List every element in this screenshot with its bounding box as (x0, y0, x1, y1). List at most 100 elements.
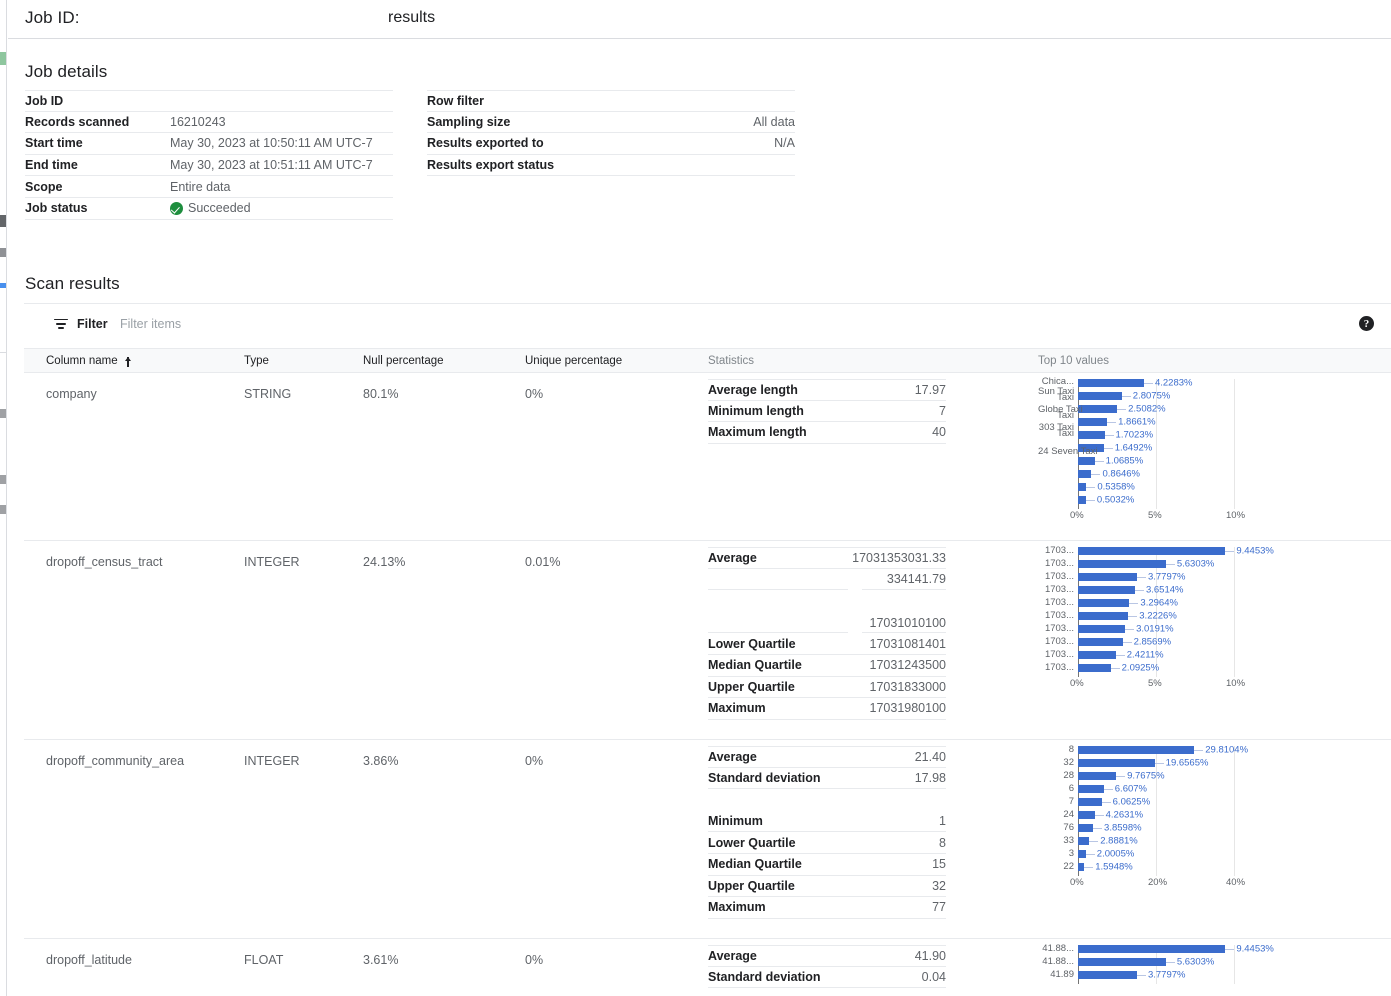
cell-column-name: dropoff_latitude (46, 953, 132, 967)
table-row[interactable]: dropoff_latitudeFLOAT3.61%0%Average41.90… (24, 939, 1391, 996)
column-header-label: Null percentage (363, 355, 444, 367)
chart-bar-leader-line (1137, 975, 1146, 976)
chart-bar-row: 0.5358% (1038, 483, 1343, 491)
statistic-row: Median Quartile15 (708, 854, 946, 876)
chart-bar-row: 1.5948% (1038, 863, 1343, 871)
statistic-row: Average length17.97 (708, 379, 946, 401)
chart-bar[interactable] (1078, 431, 1105, 439)
column-header-type[interactable]: Type (244, 355, 269, 367)
job-detail-value: Succeeded (170, 201, 251, 215)
chart-bar[interactable] (1078, 958, 1166, 966)
column-header-column-name[interactable]: Column name (46, 355, 133, 367)
job-detail-row: Records scanned16210243 (25, 112, 393, 134)
chart-bar[interactable] (1078, 664, 1111, 672)
chart-bar[interactable] (1078, 772, 1116, 780)
chart-bar-row: 2.0005% (1038, 850, 1343, 858)
chart-bar[interactable] (1078, 638, 1123, 646)
chart-category-label: 24 Seven Taxi (1038, 447, 1074, 458)
chart-bar-value-label: 6.0625% (1113, 797, 1151, 808)
cell-null-percentage: 3.61% (363, 953, 398, 967)
statistic-row: Minimum length 7 (708, 401, 946, 423)
chart-bar-value-label: 3.8598% (1104, 823, 1142, 834)
statistic-key: Average (708, 750, 848, 764)
chart-bar[interactable] (1078, 547, 1225, 555)
chart-bar[interactable] (1078, 496, 1086, 504)
filter-icon (54, 319, 68, 330)
chart-bar[interactable] (1078, 599, 1129, 607)
chart-bar-value-label: 1.6492% (1115, 443, 1153, 454)
table-row[interactable]: dropoff_community_areaINTEGER3.86%0%Aver… (24, 740, 1391, 939)
help-icon[interactable]: ? (1359, 316, 1374, 331)
chart-bar[interactable] (1078, 379, 1144, 387)
chart-bar[interactable] (1078, 798, 1102, 806)
table-row[interactable]: companySTRING80.1%0%Average length17.97M… (24, 373, 1391, 541)
chart-bar-leader-line (1125, 629, 1134, 630)
chart-bar[interactable] (1078, 573, 1137, 581)
chart-bar[interactable] (1078, 850, 1086, 858)
chart-bar[interactable] (1078, 945, 1225, 953)
filter-items-input[interactable]: Filter items (120, 317, 181, 331)
column-header-null-percentage[interactable]: Null percentage (363, 355, 444, 367)
chart-bar[interactable] (1078, 785, 1104, 793)
column-header-unique-percentage[interactable]: Unique percentage (525, 355, 622, 367)
job-detail-key: Sampling size (427, 115, 572, 129)
statistic-value: 17.98 (915, 771, 946, 785)
filter-button[interactable]: Filter (54, 317, 108, 331)
job-details-right-table: Row filterSampling sizeAll dataResults e… (427, 90, 795, 176)
cell-null-percentage: 80.1% (363, 387, 398, 401)
chart-bar-value-label: 5.6303% (1177, 559, 1215, 570)
chart-bar-row: 3.0191% (1038, 625, 1343, 633)
chart-bar-value-label: 1.5948% (1095, 862, 1133, 873)
column-header-statistics[interactable]: Statistics (708, 355, 754, 367)
chart-bar-value-label: 2.0005% (1097, 849, 1135, 860)
chart-bar[interactable] (1078, 470, 1091, 478)
job-detail-value-text: May 30, 2023 at 10:51:11 AM UTC-7 (170, 158, 373, 172)
results-table-body: companySTRING80.1%0%Average length17.97M… (24, 373, 1391, 996)
chart-bar[interactable] (1078, 811, 1095, 819)
chart-bar[interactable] (1078, 837, 1089, 845)
chart-bar[interactable] (1078, 824, 1093, 832)
statistic-value: 7 (939, 404, 946, 418)
chart-bar[interactable] (1078, 560, 1166, 568)
chart-bar-leader-line (1104, 448, 1113, 449)
chart-x-tick-label: 10% (1226, 510, 1245, 521)
statistic-value: 17031980100 (870, 701, 946, 715)
job-detail-key: Start time (25, 136, 170, 150)
chart-bar[interactable] (1078, 392, 1122, 400)
job-detail-value: Entire data (170, 180, 230, 194)
chart-bar[interactable] (1078, 405, 1117, 413)
chart-x-tick-label: 5% (1148, 678, 1162, 689)
chart-bar-leader-line (1194, 750, 1203, 751)
chart-bar-value-label: 0.5032% (1097, 495, 1135, 506)
chart-bar-value-label: 4.2283% (1155, 378, 1193, 389)
statistic-key: Median Quartile (708, 658, 848, 672)
chart-bar[interactable] (1078, 457, 1095, 465)
chart-bar[interactable] (1078, 971, 1137, 979)
chart-bar[interactable] (1078, 612, 1128, 620)
chart-bar-row: 9.4453% (1038, 547, 1343, 555)
chart-bar[interactable] (1078, 746, 1194, 754)
chart-bar[interactable] (1078, 483, 1086, 491)
cell-type: INTEGER (244, 754, 300, 768)
top-10-values-chart: 1703...9.4453%1703...5.6303%1703...3.779… (1038, 547, 1343, 691)
job-detail-row: End timeMay 30, 2023 at 10:51:11 AM UTC-… (25, 155, 393, 177)
chart-bar[interactable] (1078, 625, 1125, 633)
chart-bar[interactable] (1078, 759, 1155, 767)
column-header-top-10-values[interactable]: Top 10 values (1038, 355, 1109, 367)
chart-bar-row: 1.8661% (1038, 418, 1343, 426)
top-10-values-chart: Chica...4.2283%Sun Taxi2.8075%Taxi2.5082… (1038, 379, 1343, 523)
chart-bar[interactable] (1078, 651, 1116, 659)
chart-bar[interactable] (1078, 586, 1135, 594)
chart-bar-value-label: 2.0925% (1122, 663, 1160, 674)
chart-bar-leader-line (1155, 763, 1164, 764)
table-row[interactable]: dropoff_census_tractINTEGER24.13%0.01%Av… (24, 541, 1391, 740)
chart-bar-row: 2.8881% (1038, 837, 1343, 845)
chart-bar-leader-line (1129, 603, 1138, 604)
statistic-value: 17031243500 (870, 658, 946, 672)
chart-bar-row: 0.8646% (1038, 470, 1343, 478)
sort-ascending-icon[interactable] (124, 356, 133, 367)
chart-bar[interactable] (1078, 418, 1107, 426)
cell-column-name: dropoff_census_tract (46, 555, 163, 569)
statistic-key: Minimum length (708, 404, 848, 418)
chart-bar-row: 2.4211% (1038, 651, 1343, 659)
